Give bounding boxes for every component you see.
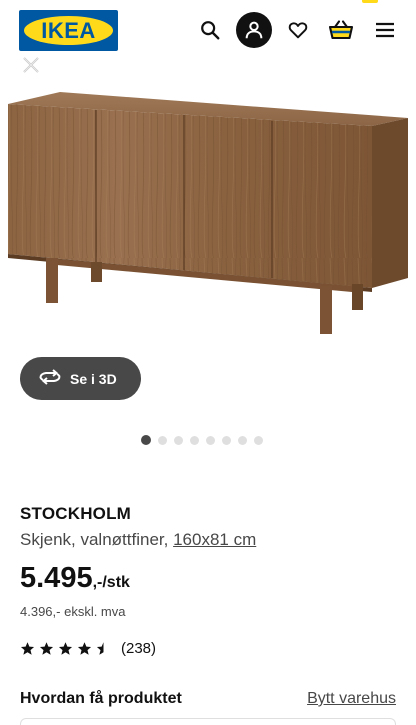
- star-icon: [39, 642, 54, 655]
- close-icon[interactable]: [20, 54, 42, 76]
- star-icon: [77, 642, 92, 655]
- product-type: Skjenk, valnøttfiner,: [20, 530, 169, 549]
- carousel-dot[interactable]: [238, 435, 247, 445]
- rating-stars: [20, 641, 111, 656]
- product-size-link[interactable]: 160x81 cm: [173, 530, 256, 549]
- menu-icon[interactable]: [367, 12, 403, 48]
- header: IKEA: [0, 0, 416, 62]
- view-in-3d-label: Se i 3D: [70, 370, 117, 387]
- carousel-dots: [141, 434, 263, 446]
- cart-indicator: [362, 0, 378, 3]
- product-price: 5.495 ,-/stk: [20, 561, 130, 595]
- rating-count[interactable]: (238): [121, 640, 156, 657]
- view-in-3d-button[interactable]: Se i 3D: [20, 357, 141, 400]
- logo-oval: IKEA: [24, 16, 113, 45]
- carousel-dot[interactable]: [158, 435, 167, 445]
- heart-icon[interactable]: [280, 12, 316, 48]
- carousel-dot[interactable]: [190, 435, 199, 445]
- carousel-dot[interactable]: [141, 435, 151, 445]
- product-name: STOCKHOLM: [20, 504, 132, 523]
- star-icon: [58, 642, 73, 655]
- product-rating[interactable]: (238): [20, 640, 156, 657]
- rotate-3d-icon: [38, 368, 62, 389]
- carousel-dot[interactable]: [206, 435, 215, 445]
- basket-icon[interactable]: [323, 12, 359, 48]
- product-description: Skjenk, valnøttfiner, 160x81 cm: [20, 530, 256, 550]
- half-star-icon: [96, 642, 104, 655]
- availability-card[interactable]: [20, 718, 396, 725]
- price-suffix: ,-/stk: [92, 574, 130, 591]
- price-main: 5.495: [20, 562, 93, 594]
- availability-title: Hvordan få produktet: [20, 690, 182, 707]
- change-store-link[interactable]: Bytt varehus: [307, 690, 396, 708]
- ikea-logo[interactable]: IKEA: [19, 10, 118, 51]
- star-icon: [20, 642, 35, 655]
- carousel-dot[interactable]: [222, 435, 231, 445]
- search-icon[interactable]: [192, 12, 228, 48]
- carousel-dot[interactable]: [174, 435, 183, 445]
- product-image[interactable]: [0, 78, 416, 343]
- account-icon[interactable]: [236, 12, 272, 48]
- price-ex-vat: 4.396,- ekskl. mva: [20, 604, 126, 619]
- logo-text: IKEA: [41, 18, 96, 43]
- carousel-dot[interactable]: [254, 435, 263, 445]
